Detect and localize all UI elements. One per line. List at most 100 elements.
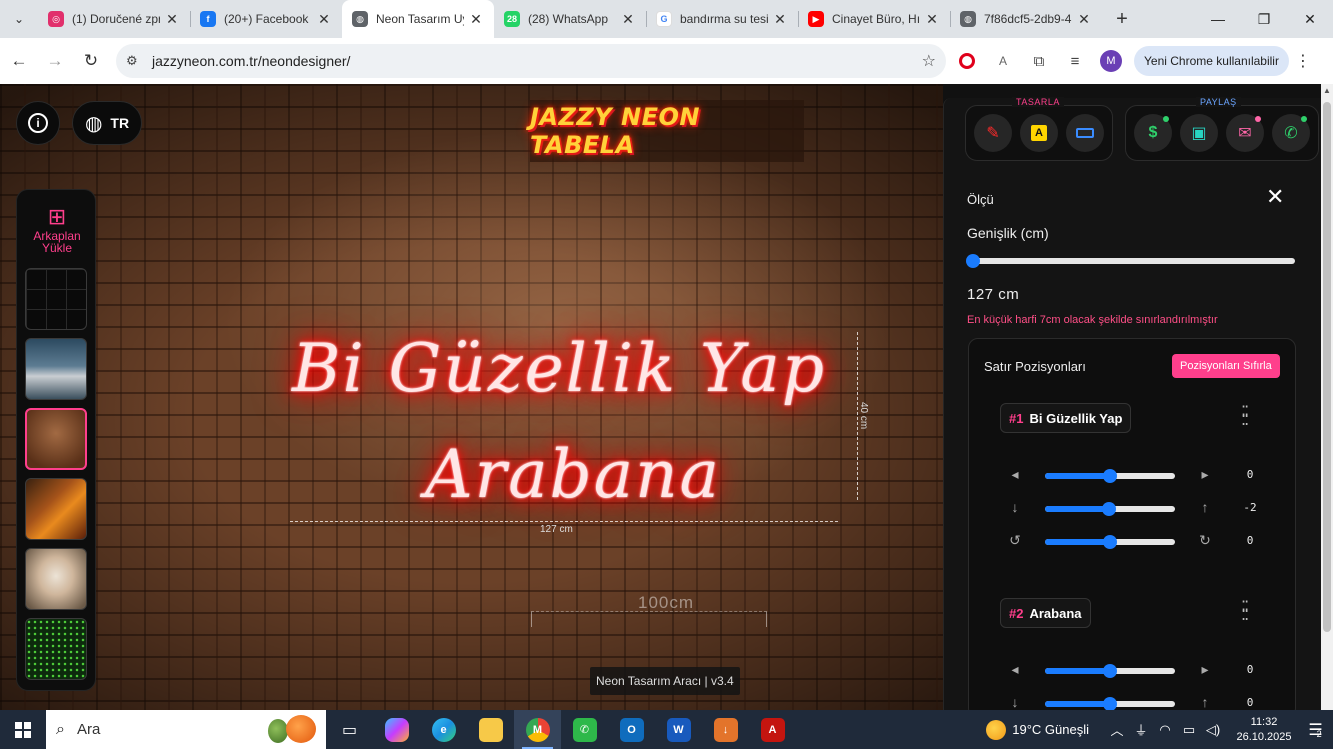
opera-extension-icon[interactable] xyxy=(952,46,982,76)
close-window-button[interactable]: ✕ xyxy=(1287,0,1333,38)
position-slider-knob[interactable] xyxy=(1103,535,1117,549)
start-button[interactable] xyxy=(0,710,46,749)
price-button[interactable]: $ xyxy=(1134,114,1172,152)
background-upload-button[interactable]: ⊞ Arkaplan Yükle xyxy=(17,204,97,254)
browser-tab[interactable]: 28 (28) WhatsApp ✕ xyxy=(494,0,646,38)
background-thumb-autumn[interactable] xyxy=(25,478,87,540)
outlook-button[interactable]: O xyxy=(608,710,655,749)
new-tab-button[interactable]: + xyxy=(1108,5,1136,33)
arrow-right-icon[interactable]: ▸ xyxy=(1195,466,1215,483)
browser-tab[interactable]: ▶ Cinayet Büro, Hırsızlık ✕ xyxy=(798,0,950,38)
more-menu-icon[interactable]: ⋮ xyxy=(1293,51,1313,71)
clock[interactable]: 11:32 26.10.2025 xyxy=(1231,715,1297,745)
copilot-button[interactable] xyxy=(373,710,420,749)
browser-tab[interactable]: ◍ 7f86dcf5-2db9-4 ✕ xyxy=(950,0,1102,38)
neon-line-1[interactable]: Bi Güzellik Yap xyxy=(292,330,826,407)
restore-button[interactable]: ❐ xyxy=(1241,0,1287,38)
tab-close-icon[interactable]: ✕ xyxy=(1076,11,1092,28)
reload-button[interactable]: ↻ xyxy=(74,44,108,78)
back-button[interactable]: ← xyxy=(2,44,36,78)
notification-center-button[interactable]: ☰ 2 xyxy=(1297,710,1333,749)
position-slider[interactable] xyxy=(1045,697,1175,710)
media-controls-icon[interactable]: ≡ xyxy=(1060,46,1090,76)
chrome-button[interactable]: M xyxy=(514,710,561,749)
close-panel-icon[interactable]: ✕ xyxy=(1266,184,1284,210)
arrow-down-icon[interactable]: ↓ xyxy=(1005,694,1025,710)
tab-search-button[interactable]: ⌄ xyxy=(6,6,32,32)
minimize-button[interactable]: — xyxy=(1195,0,1241,38)
arrow-down-icon[interactable]: ↓ xyxy=(1005,499,1025,515)
info-button[interactable]: i xyxy=(16,101,60,145)
position-slider[interactable] xyxy=(1045,502,1175,516)
background-thumb-grid[interactable] xyxy=(25,268,87,330)
extensions-puzzle-icon[interactable]: ⧉ xyxy=(1024,46,1054,76)
phone-link-button[interactable]: ✆ xyxy=(561,710,608,749)
arrow-right-icon[interactable]: ▸ xyxy=(1195,661,1215,678)
position-slider-knob[interactable] xyxy=(1101,502,1116,516)
size-tool-button[interactable] xyxy=(1066,114,1104,152)
chrome-update-button[interactable]: Yeni Chrome kullanılabilir xyxy=(1134,46,1289,76)
arrow-left-icon[interactable]: ◂ xyxy=(1005,661,1025,678)
acrobat-button[interactable]: A xyxy=(749,710,796,749)
background-thumb-wedding[interactable] xyxy=(25,548,87,610)
rotate-left-icon[interactable]: ↺ xyxy=(1005,532,1025,549)
rotate-right-icon[interactable]: ↻ xyxy=(1195,532,1215,549)
save-button[interactable]: ▣ xyxy=(1180,114,1218,152)
tab-close-icon[interactable]: ✕ xyxy=(164,11,180,28)
neon-line-2[interactable]: Arabana xyxy=(425,436,721,513)
weather-widget[interactable]: 19°C Güneşli xyxy=(986,719,1089,740)
background-thumb-green-lights[interactable] xyxy=(25,618,87,680)
width-slider-knob[interactable] xyxy=(966,254,980,268)
reset-positions-button[interactable]: Pozisyonları Sıfırla xyxy=(1172,354,1280,378)
tab-close-icon[interactable]: ✕ xyxy=(468,11,484,28)
position-slider-knob[interactable] xyxy=(1103,469,1117,483)
tab-close-icon[interactable]: ✕ xyxy=(924,11,940,28)
position-slider-knob[interactable] xyxy=(1103,664,1117,678)
browser-tab[interactable]: ◍ Neon Tasarım Uygulaması ✕ xyxy=(342,0,494,38)
chevron-up-icon[interactable]: ︿ xyxy=(1105,720,1129,739)
bookmark-star-icon[interactable]: ☆ xyxy=(922,51,936,71)
volume-icon[interactable]: ◁) xyxy=(1201,722,1225,738)
app-installer-button[interactable]: ↓ xyxy=(702,710,749,749)
browser-tab[interactable]: Gbandırma su tesisatçı ✕ xyxy=(646,0,798,38)
site-info-icon[interactable]: ⚙ xyxy=(126,53,146,69)
edge-button[interactable]: e xyxy=(420,710,467,749)
battery-icon[interactable]: ▭ xyxy=(1177,722,1201,738)
profile-avatar[interactable]: M xyxy=(1100,50,1122,72)
browser-tab[interactable]: ◎ (1) Doručené zprávy ✕ xyxy=(38,0,190,38)
forward-button[interactable]: → xyxy=(38,44,72,78)
extension-a-icon[interactable]: A xyxy=(988,46,1018,76)
email-button[interactable]: ✉ xyxy=(1226,114,1264,152)
address-bar[interactable]: ⚙ jazzyneon.com.tr/neondesigner/ ☆ xyxy=(116,44,946,78)
page-scrollbar[interactable]: ▲ xyxy=(1321,84,1333,710)
url-text[interactable]: jazzyneon.com.tr/neondesigner/ xyxy=(152,53,922,69)
wifi-icon[interactable]: ◠ xyxy=(1153,722,1177,738)
browser-tab[interactable]: f (20+) Facebook ✕ xyxy=(190,0,342,38)
scroll-up-icon[interactable]: ▲ xyxy=(1321,86,1333,95)
font-tool-button[interactable]: A xyxy=(1020,114,1058,152)
position-slider-knob[interactable] xyxy=(1103,697,1117,710)
tab-close-icon[interactable]: ✕ xyxy=(620,11,636,28)
usb-icon[interactable]: ⏚ xyxy=(1129,720,1153,739)
whatsapp-button[interactable]: ✆ xyxy=(1272,114,1310,152)
word-button[interactable]: W xyxy=(655,710,702,749)
background-thumb-brick-wall[interactable] xyxy=(25,408,87,470)
scrollbar-thumb[interactable] xyxy=(1323,102,1331,632)
taskbar-search[interactable]: ⌕ Ara xyxy=(46,710,326,749)
drag-handle-icon[interactable]: ⁚⁚ ⁚⁚ xyxy=(1241,405,1253,429)
arrow-up-icon[interactable]: ↑ xyxy=(1195,499,1215,515)
tab-close-icon[interactable]: ✕ xyxy=(316,11,332,28)
position-slider[interactable] xyxy=(1045,535,1175,549)
background-thumb-living-room[interactable] xyxy=(25,338,87,400)
width-slider[interactable] xyxy=(966,254,1295,268)
arrow-up-icon[interactable]: ↑ xyxy=(1195,694,1215,710)
language-button[interactable]: ◍ TR xyxy=(72,101,142,145)
task-view-button[interactable]: ▭ xyxy=(326,710,373,749)
drag-handle-icon[interactable]: ⁚⁚ ⁚⁚ xyxy=(1241,600,1253,624)
tab-close-icon[interactable]: ✕ xyxy=(772,11,788,28)
position-slider[interactable] xyxy=(1045,469,1175,483)
position-slider[interactable] xyxy=(1045,664,1175,678)
file-explorer-button[interactable] xyxy=(467,710,514,749)
arrow-left-icon[interactable]: ◂ xyxy=(1005,466,1025,483)
color-tool-button[interactable]: ✎ xyxy=(974,114,1012,152)
